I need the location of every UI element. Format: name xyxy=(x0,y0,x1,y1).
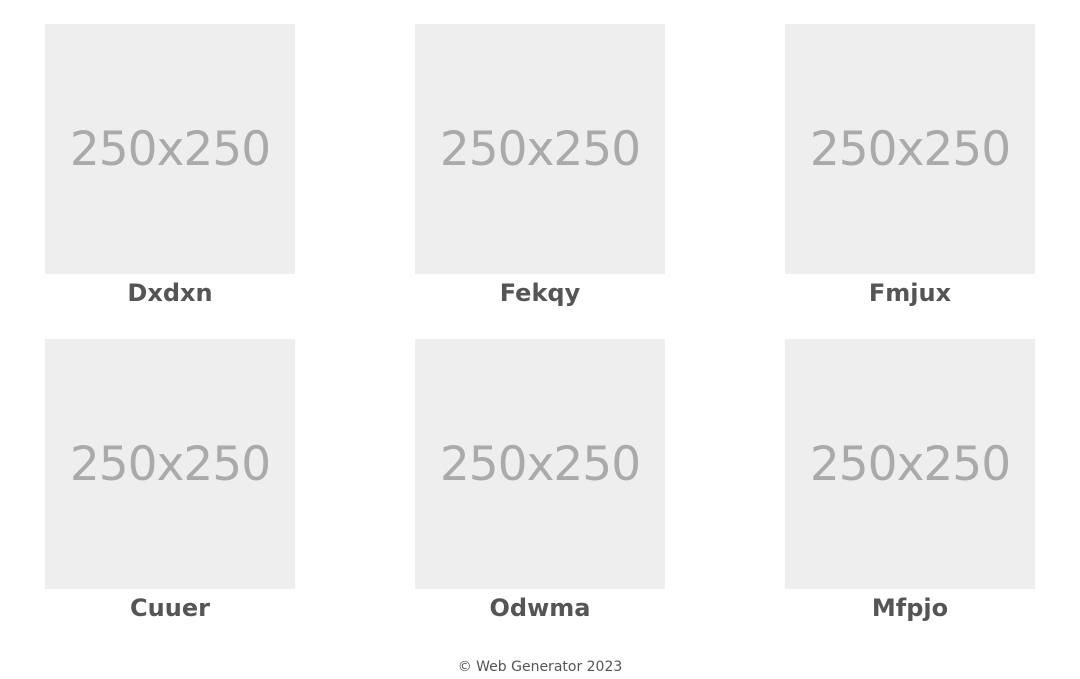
product-card[interactable]: 250x250 Cuuer xyxy=(45,339,295,623)
product-image-placeholder[interactable]: 250x250 xyxy=(415,24,665,274)
placeholder-dimensions-text: 250x250 xyxy=(439,121,641,177)
product-card[interactable]: 250x250 Mfpjo xyxy=(785,339,1035,623)
product-image-placeholder[interactable]: 250x250 xyxy=(785,24,1035,274)
product-card[interactable]: 250x250 Dxdxn xyxy=(45,24,295,308)
product-title[interactable]: Mfpjo xyxy=(785,593,1035,623)
product-image-placeholder[interactable]: 250x250 xyxy=(45,24,295,274)
product-card[interactable]: 250x250 Odwma xyxy=(415,339,665,623)
product-card[interactable]: 250x250 Fmjux xyxy=(785,24,1035,308)
product-title[interactable]: Dxdxn xyxy=(45,278,295,308)
product-image-placeholder[interactable]: 250x250 xyxy=(785,339,1035,589)
placeholder-dimensions-text: 250x250 xyxy=(69,436,271,492)
product-image-placeholder[interactable]: 250x250 xyxy=(415,339,665,589)
product-card[interactable]: 250x250 Fekqy xyxy=(415,24,665,308)
product-image-placeholder[interactable]: 250x250 xyxy=(45,339,295,589)
product-grid: 250x250 Dxdxn 250x250 Fekqy 250x250 Fmju… xyxy=(45,24,1035,623)
placeholder-dimensions-text: 250x250 xyxy=(439,436,641,492)
placeholder-dimensions-text: 250x250 xyxy=(69,121,271,177)
product-title[interactable]: Fekqy xyxy=(415,278,665,308)
footer-copyright: © Web Generator 2023 xyxy=(457,659,623,675)
product-title[interactable]: Odwma xyxy=(415,593,665,623)
placeholder-dimensions-text: 250x250 xyxy=(809,121,1011,177)
product-title[interactable]: Cuuer xyxy=(45,593,295,623)
placeholder-dimensions-text: 250x250 xyxy=(809,436,1011,492)
product-title[interactable]: Fmjux xyxy=(785,278,1035,308)
